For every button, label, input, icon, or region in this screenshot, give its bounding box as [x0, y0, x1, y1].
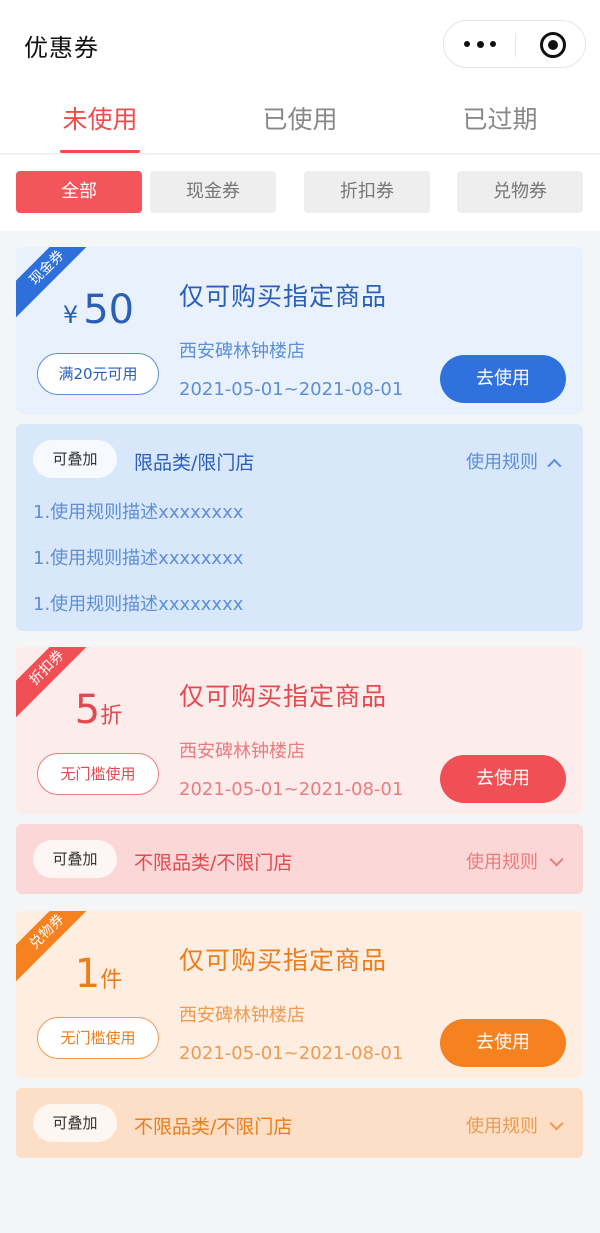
- currency-symbol: ¥: [62, 301, 79, 329]
- chevron-up-icon: [547, 458, 562, 473]
- tab-expired[interactable]: 已过期: [400, 100, 600, 136]
- coupon-scope: 不限品类/不限门店: [134, 1116, 293, 1138]
- coupon-condition: 满20元可用: [37, 353, 159, 395]
- coupon-value: 50: [83, 287, 135, 333]
- page-title: 优惠券: [24, 34, 99, 62]
- type-filters: 全部 现金券 折扣券 兑物券: [0, 155, 600, 231]
- coupon-scope: 限品类/限门店: [134, 452, 255, 474]
- use-coupon-button[interactable]: 去使用: [440, 755, 566, 803]
- coupon-validity: 2021-05-01~2021-08-01: [179, 779, 404, 800]
- coupon-validity: 2021-05-01~2021-08-01: [179, 379, 404, 400]
- filter-discount[interactable]: 折扣券: [304, 171, 430, 213]
- filter-cash[interactable]: 现金券: [150, 171, 276, 213]
- usage-rules-toggle[interactable]: 使用规则: [466, 848, 564, 874]
- chevron-down-icon: [549, 1116, 564, 1131]
- usage-rules-label: 使用规则: [466, 1116, 538, 1137]
- coupon-title: 仅可购买指定商品: [179, 682, 388, 711]
- stackable-badge: 可叠加: [33, 1104, 117, 1142]
- coupon-value: 1: [74, 951, 101, 997]
- stackable-badge: 可叠加: [33, 840, 117, 878]
- coupon-scope: 不限品类/不限门店: [134, 852, 293, 874]
- use-coupon-button[interactable]: 去使用: [440, 355, 566, 403]
- coupon-unit: 件: [100, 968, 123, 993]
- close-target-icon[interactable]: [540, 32, 566, 58]
- rule-item: 1.使用规则描述xxxxxxxx: [33, 594, 244, 615]
- coupon-validity: 2021-05-01~2021-08-01: [179, 1043, 404, 1064]
- coupon-main: 兑物券 1件 无门槛使用 仅可购买指定商品 西安碑林钟楼店 2021-05-01…: [16, 911, 583, 1079]
- tab-used[interactable]: 已使用: [200, 100, 400, 136]
- coupon-condition: 无门槛使用: [37, 753, 159, 795]
- usage-rules-label: 使用规则: [466, 452, 538, 473]
- rule-item: 1.使用规则描述xxxxxxxx: [33, 502, 244, 523]
- filter-exchange[interactable]: 兑物券: [457, 171, 583, 213]
- filter-all[interactable]: 全部: [16, 171, 142, 213]
- coupon-details: 可叠加 不限品类/不限门店 使用规则: [16, 824, 583, 894]
- coupon-store: 西安碑林钟楼店: [179, 1005, 305, 1026]
- nav-bar: 优惠券: [0, 0, 600, 86]
- chevron-down-icon: [549, 852, 564, 867]
- rule-item: 1.使用规则描述xxxxxxxx: [33, 548, 244, 569]
- usage-rules-toggle[interactable]: 使用规则: [466, 1112, 564, 1138]
- coupon-amount: 5折: [16, 687, 181, 733]
- usage-rules-toggle[interactable]: 使用规则: [466, 448, 562, 474]
- stackable-badge: 可叠加: [33, 440, 117, 478]
- coupon-store: 西安碑林钟楼店: [179, 341, 305, 362]
- coupon-details: 可叠加 限品类/限门店 使用规则 1.使用规则描述xxxxxxxx 1.使用规则…: [16, 424, 583, 631]
- coupon-amount: ¥ 50: [16, 287, 181, 333]
- mini-program-capsule: [443, 20, 586, 68]
- coupon-title: 仅可购买指定商品: [179, 946, 388, 975]
- more-dots-icon[interactable]: [464, 33, 496, 55]
- capsule-divider: [515, 33, 516, 57]
- status-tabs: 未使用 已使用 已过期: [0, 86, 600, 154]
- use-coupon-button[interactable]: 去使用: [440, 1019, 566, 1067]
- coupon-condition: 无门槛使用: [37, 1017, 159, 1059]
- coupon-amount: 1件: [16, 951, 181, 997]
- coupon-details: 可叠加 不限品类/不限门店 使用规则: [16, 1088, 583, 1158]
- active-tab-indicator: [60, 150, 140, 153]
- coupon-unit: 折: [100, 704, 123, 729]
- coupon-store: 西安碑林钟楼店: [179, 741, 305, 762]
- usage-rules-label: 使用规则: [466, 852, 538, 873]
- coupon-main: 现金券 ¥ 50 满20元可用 仅可购买指定商品 西安碑林钟楼店 2021-05…: [16, 247, 583, 415]
- coupon-value: 5: [74, 687, 101, 733]
- coupon-title: 仅可购买指定商品: [179, 282, 388, 311]
- tab-unused[interactable]: 未使用: [0, 100, 200, 136]
- coupon-main: 折扣券 5折 无门槛使用 仅可购买指定商品 西安碑林钟楼店 2021-05-01…: [16, 647, 583, 815]
